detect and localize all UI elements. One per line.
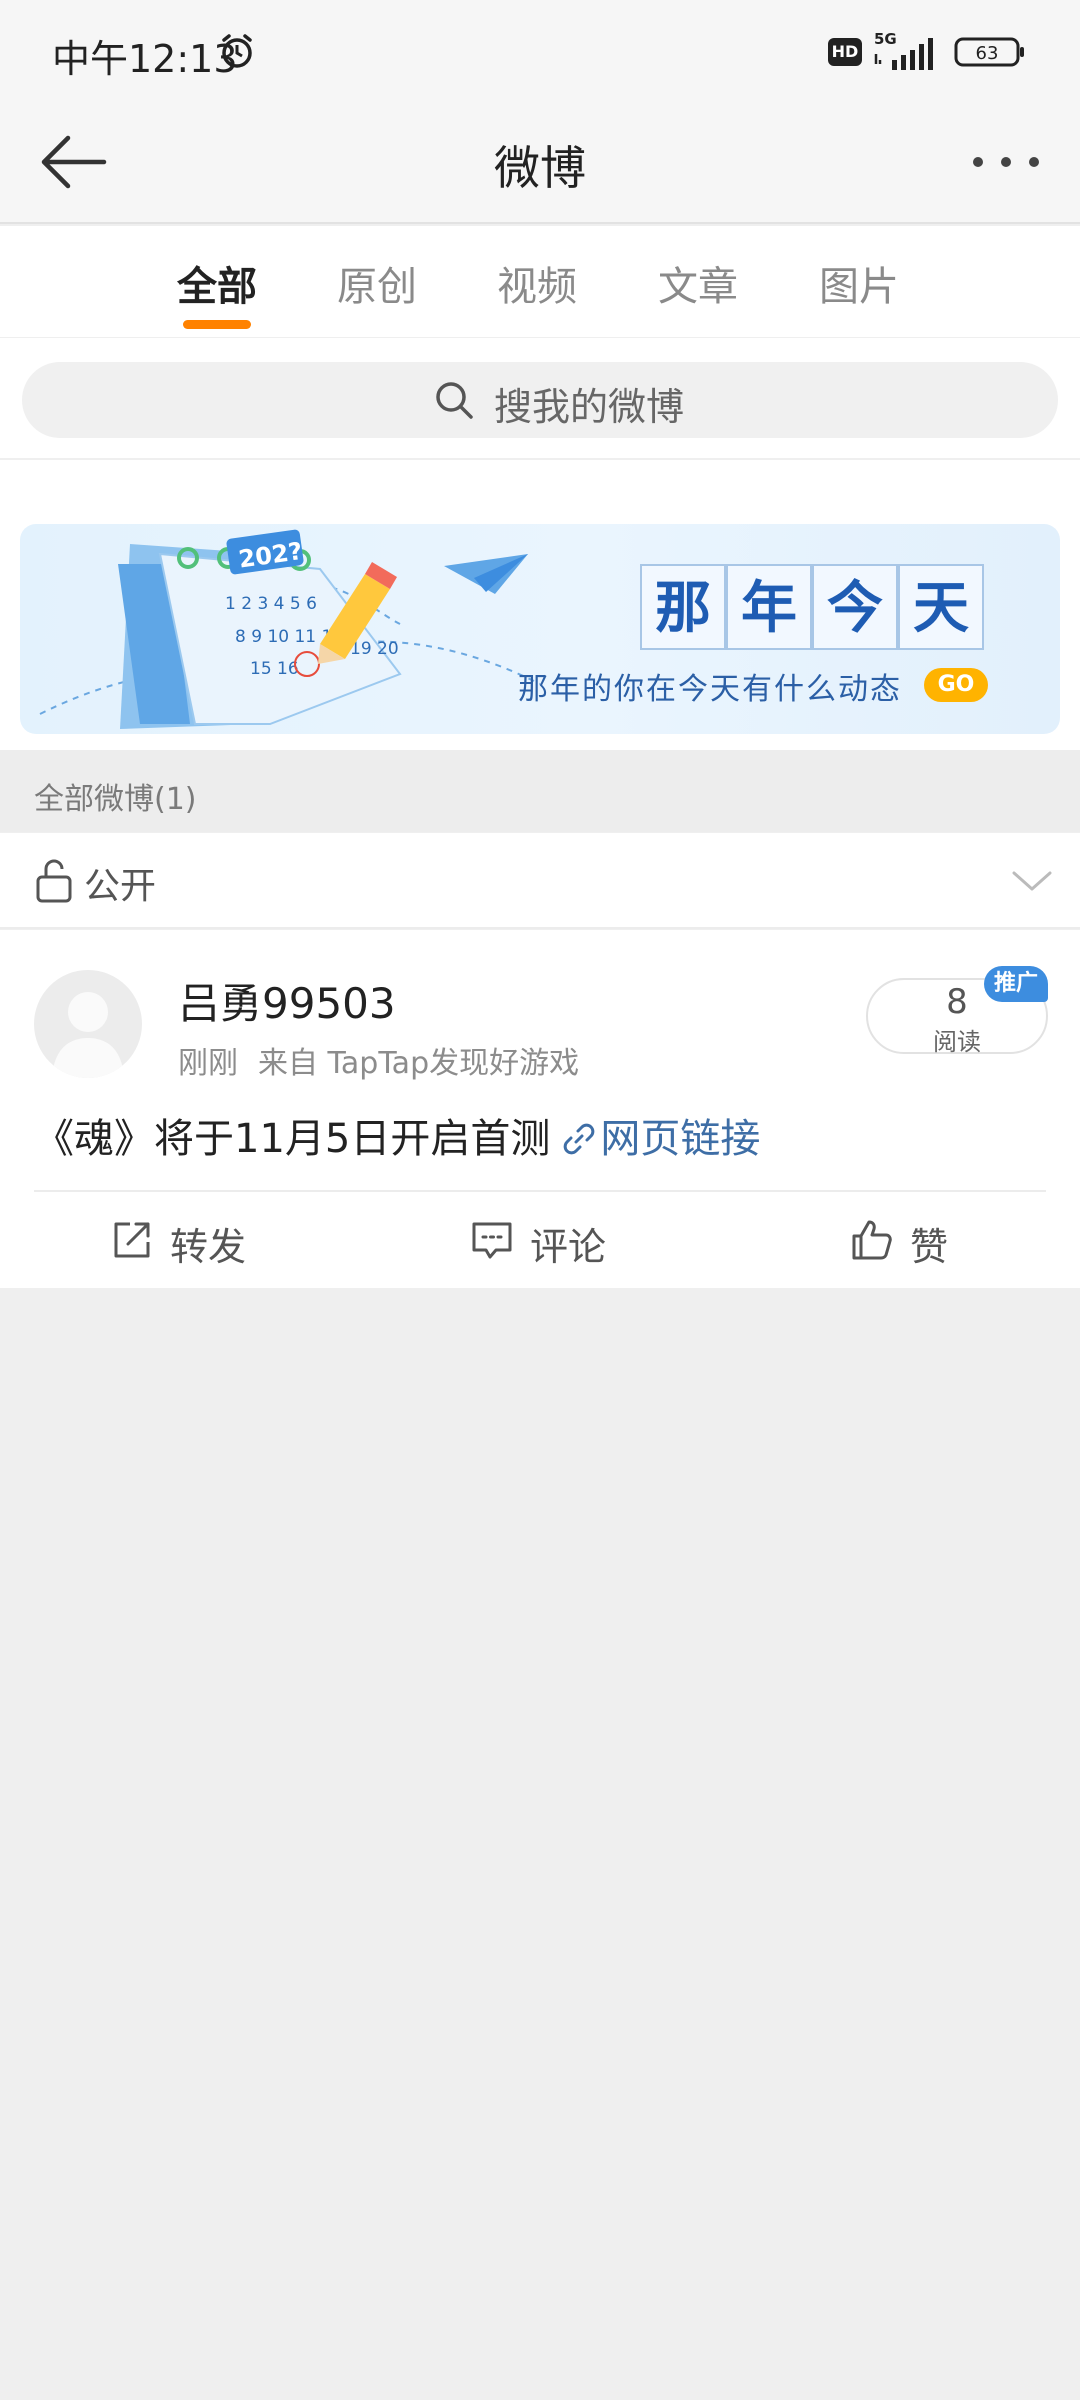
nav-bar: 微博: [0, 100, 1080, 224]
svg-text:1 2 3 4 5 6: 1 2 3 4 5 6: [225, 594, 317, 614]
section-header: 全部微博(1): [0, 750, 1080, 832]
banner-title-char: 天: [898, 564, 984, 650]
banner-title-char: 年: [726, 564, 812, 650]
thumbs-up-icon: [852, 1220, 892, 1260]
promote-tag[interactable]: 推广: [984, 966, 1048, 1002]
post-text: 《魂》将于11月5日开启首测: [34, 1116, 551, 1162]
active-tab-indicator: [183, 320, 251, 329]
page-title: 微博: [494, 141, 586, 195]
link-icon: [564, 1123, 595, 1155]
search-section: 搜我的微博: [0, 338, 1080, 460]
banner-subtitle: 那年的你在今天有什么动态: [518, 672, 902, 707]
network-label: 5G: [874, 30, 897, 48]
tab-article[interactable]: 文章: [638, 254, 758, 312]
status-time: 中午12:13: [52, 37, 238, 81]
post-meta: 刚刚 来自 TapTap发现好游戏: [178, 1038, 599, 1082]
web-link[interactable]: 网页链接: [600, 1116, 760, 1162]
tab-image[interactable]: 图片: [799, 254, 919, 312]
battery-level: 63: [976, 43, 999, 64]
more-dots-icon[interactable]: [970, 150, 1042, 174]
status-bar: 中午12:13 HD 5G 63: [0, 0, 1080, 100]
share-icon: [114, 1222, 150, 1258]
default-avatar-icon: [52, 992, 124, 1078]
alarm-clock-icon: [222, 34, 252, 68]
chevron-down-icon[interactable]: [1010, 863, 1054, 899]
search-placeholder: 搜我的微博: [494, 385, 685, 429]
comment-button[interactable]: 评论: [470, 1212, 630, 1269]
search-icon: [436, 382, 473, 419]
read-label: 阅读: [933, 1028, 981, 1056]
banner-go-button[interactable]: GO: [924, 668, 988, 702]
post-time: 刚刚: [178, 1046, 238, 1081]
visibility-filter[interactable]: 公开: [0, 833, 1080, 929]
avatar[interactable]: [34, 970, 142, 1078]
on-this-day-banner[interactable]: 202? 1 2 3 4 5 6 8 9 10 11 12 15 16 19 2…: [20, 524, 1060, 734]
divider: [34, 1190, 1046, 1192]
post-source[interactable]: 来自 TapTap发现好游戏: [258, 1046, 579, 1081]
svg-text:15 16: 15 16: [250, 659, 299, 679]
visibility-label: 公开: [84, 866, 157, 907]
post-count-label: 全部微博(1): [34, 782, 197, 817]
search-input[interactable]: 搜我的微博: [22, 362, 1058, 438]
like-label: 赞: [910, 1225, 949, 1269]
repost-label: 转发: [170, 1225, 247, 1269]
tab-all[interactable]: 全部: [157, 254, 277, 312]
like-button[interactable]: 赞: [850, 1212, 970, 1269]
tab-video[interactable]: 视频: [477, 254, 597, 312]
banner-section: 202? 1 2 3 4 5 6 8 9 10 11 12 15 16 19 2…: [0, 460, 1080, 750]
comment-icon: [472, 1222, 512, 1259]
username[interactable]: 吕勇99503: [178, 970, 396, 1031]
banner-title-char: 今: [812, 564, 898, 650]
tab-original[interactable]: 原创: [317, 254, 437, 312]
signal-5g-icon: 5G: [874, 30, 933, 70]
post-content[interactable]: 《魂》将于11月5日开启首测 网页链接: [34, 1106, 760, 1164]
filter-tabs: 全部 原创 视频 文章 图片: [0, 226, 1080, 338]
repost-button[interactable]: 转发: [110, 1212, 270, 1269]
post-card[interactable]: 吕勇99503 刚刚 来自 TapTap发现好游戏 8 阅读 推广 《魂》将于11…: [0, 930, 1080, 1288]
comment-label: 评论: [530, 1225, 607, 1269]
hd-badge-icon: HD: [828, 38, 862, 66]
banner-title-char: 那: [640, 564, 726, 650]
unlock-icon: [36, 859, 72, 903]
battery-icon: 63: [954, 37, 1024, 67]
svg-text:19 20: 19 20: [350, 639, 399, 659]
